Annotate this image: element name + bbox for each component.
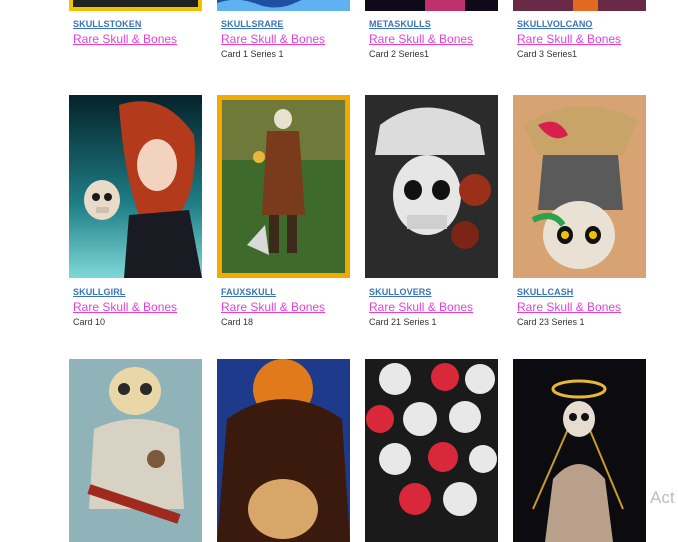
collection-link[interactable]: Rare Skull & Bones [73,300,208,314]
card-name-link[interactable]: SKULLSRARE [221,19,356,29]
card-name-link[interactable]: SKULLGIRL [73,287,208,297]
collection-link[interactable]: Rare Skull & Bones [517,300,652,314]
card-image[interactable] [69,95,202,278]
card-image[interactable] [217,95,350,278]
card-name-link[interactable]: SKULLOVERS [369,287,504,297]
card-subtitle: Card 2 Series1 [369,49,430,59]
card-subtitle: Card 1 Series 1 [221,49,284,59]
collection-link[interactable]: Rare Skull & Bones [73,32,208,46]
card-image[interactable] [217,0,350,11]
card-subtitle: Card 10 [73,317,106,327]
card-image[interactable] [365,0,498,11]
collection-link[interactable]: Rare Skull & Bones [221,300,356,314]
collection-link[interactable]: Rare Skull & Bones [517,32,652,46]
activate-windows-watermark: Act [650,488,675,507]
card-name-link[interactable]: SKULLVOLCANO [517,19,652,29]
card-subtitle: Card 3 Series1 [517,49,578,59]
card-image[interactable] [69,0,202,11]
card-subtitle: Card 21 Series 1 [369,317,437,327]
card-image[interactable] [365,359,498,542]
card-image[interactable] [217,359,350,542]
card-subtitle: Card 23 Series 1 [517,317,585,327]
card-name-link[interactable]: SKULLCASH [517,287,652,297]
card-grid: SKULLSTOKEN Rare Skull & Bones SKULLSRAR… [0,0,678,542]
card-image[interactable] [365,95,498,278]
collection-link[interactable]: Rare Skull & Bones [221,32,356,46]
card-name-link[interactable]: METASKULLS [369,19,504,29]
card-name-link[interactable]: SKULLSTOKEN [73,19,208,29]
card-image[interactable] [513,359,646,542]
collection-link[interactable]: Rare Skull & Bones [369,300,504,314]
card-name-link[interactable]: FAUXSKULL [221,287,356,297]
card-subtitle: Card 18 [221,317,254,327]
card-image[interactable] [513,95,646,278]
card-image[interactable] [69,359,202,542]
card-image[interactable] [513,0,646,11]
collection-link[interactable]: Rare Skull & Bones [369,32,504,46]
